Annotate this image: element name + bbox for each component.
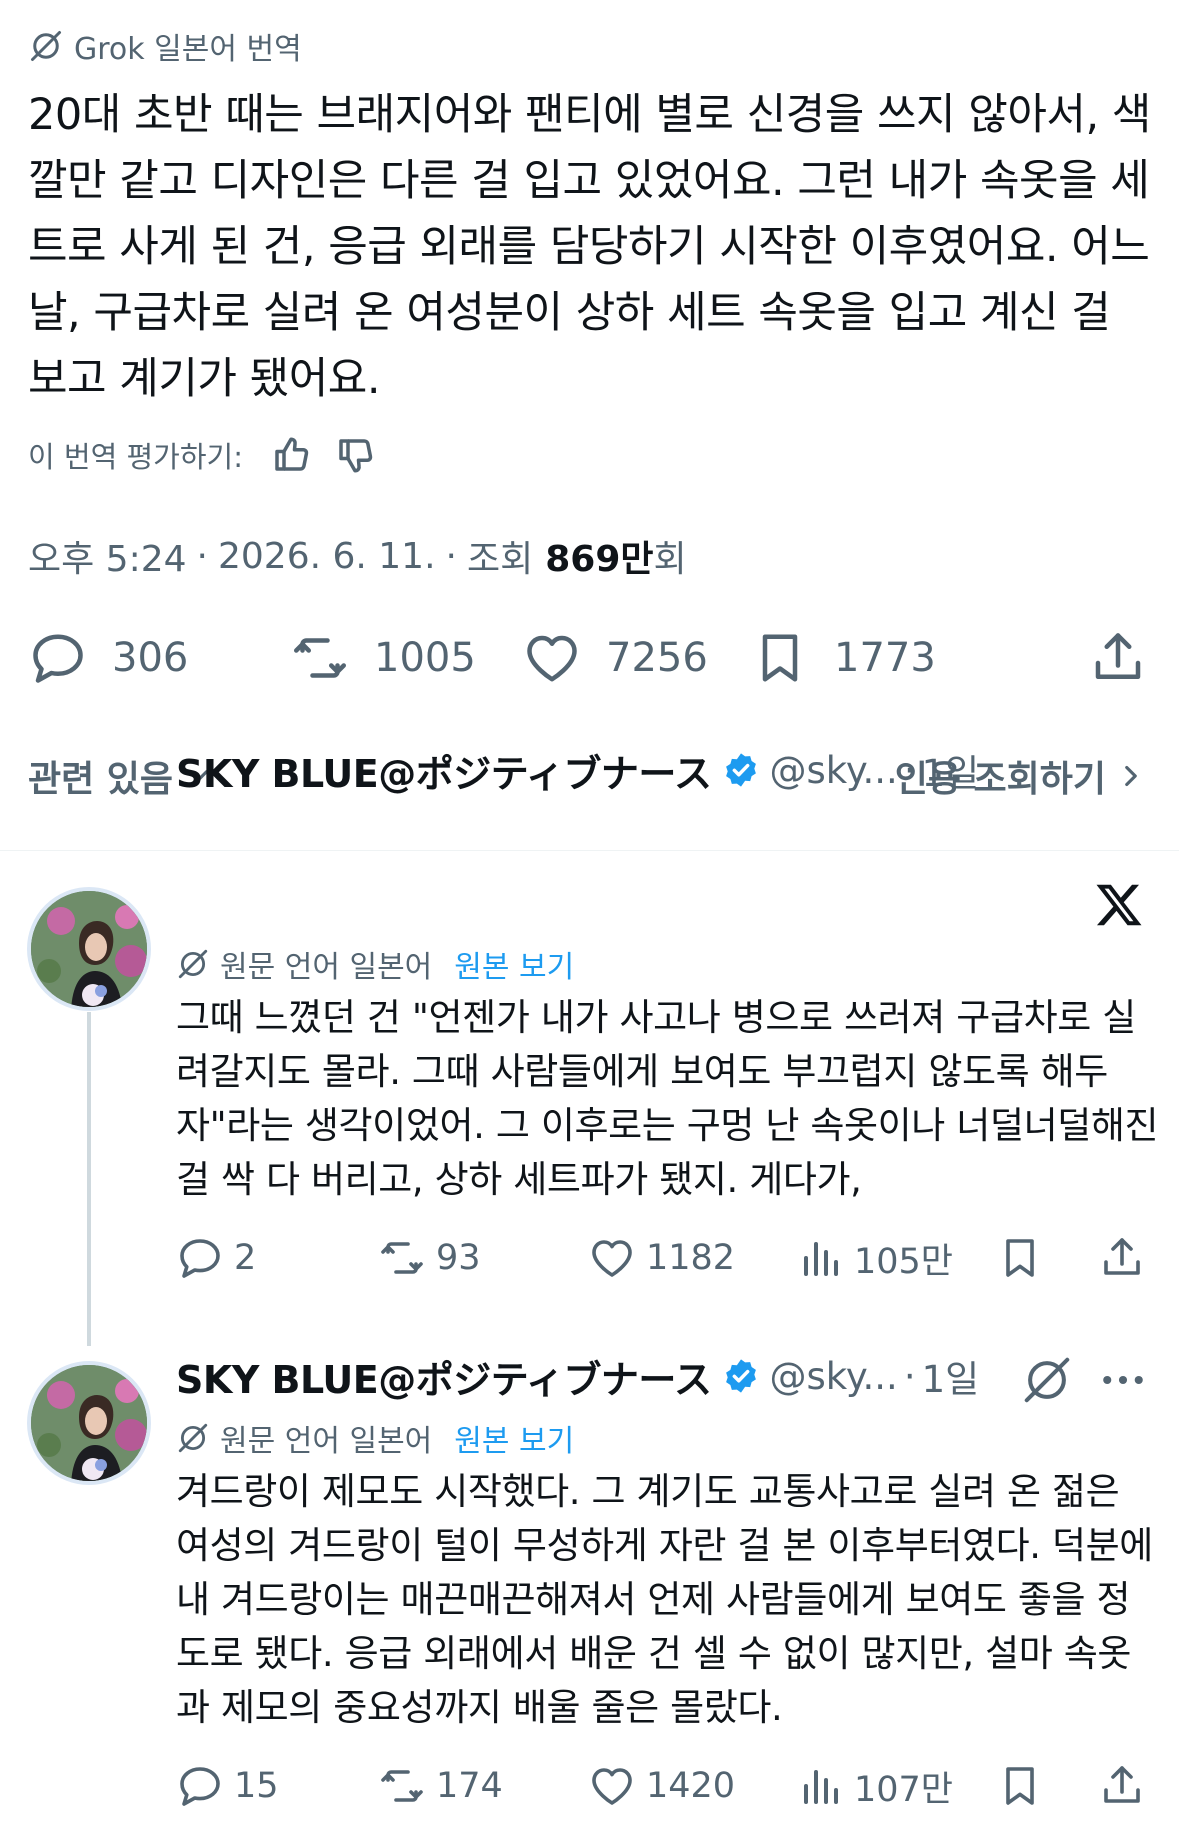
bookmark-icon <box>762 634 798 682</box>
bookmark-button[interactable]: 1773 <box>750 622 936 694</box>
repost-button[interactable]: 174 <box>378 1758 503 1814</box>
divider <box>0 850 1179 851</box>
post-meta: 오후 5:24 · 2026. 6. 11. · 조회 869만 회 <box>28 528 687 584</box>
original-language-label: 원문 언어 일본어 <box>220 950 433 985</box>
reply-count: 306 <box>112 635 189 681</box>
views-count: 107만 <box>854 1769 954 1810</box>
views-count[interactable]: 869만 <box>545 530 653 582</box>
reply-header: SKY BLUE@ポジティブナース @sky... · 1일 <box>176 742 979 798</box>
meta-separator: · <box>903 1354 916 1398</box>
bookmark-button[interactable] <box>996 1230 1044 1286</box>
view-original-link[interactable]: 원본 보기 <box>454 1416 574 1460</box>
repost-icon <box>381 1242 423 1274</box>
author-name[interactable]: SKY BLUE@ポジティブナース <box>176 743 712 798</box>
reply-time[interactable]: 1일 <box>922 743 980 797</box>
thread-connector <box>87 1012 91 1346</box>
repost-count: 93 <box>436 1238 481 1278</box>
verified-badge-icon <box>725 1359 756 1393</box>
like-button[interactable]: 7256 <box>522 622 708 694</box>
grok-icon <box>178 1423 208 1453</box>
share-icon <box>1104 1766 1140 1803</box>
reply-icon <box>33 634 83 683</box>
author-name[interactable]: SKY BLUE@ポジティブナース <box>176 1349 712 1404</box>
bookmark-icon <box>1006 1767 1034 1805</box>
rate-translation-label: 이 번역 평가하기: <box>28 440 243 474</box>
reply-count: 15 <box>234 1766 279 1806</box>
bookmark-icon <box>1006 1239 1034 1277</box>
reply-icon <box>180 1767 220 1806</box>
thumbs-up-button[interactable] <box>269 433 313 477</box>
reply-time[interactable]: 1일 <box>922 1349 980 1403</box>
original-language-row: 원문 언어 일본어 원본 보기 <box>176 1416 574 1460</box>
like-count: 7256 <box>606 635 708 681</box>
repost-button[interactable]: 93 <box>378 1230 481 1286</box>
verified-badge-icon <box>725 753 756 787</box>
reply-button[interactable]: 15 <box>176 1758 279 1814</box>
x-logo-icon <box>1096 884 1142 926</box>
share-button[interactable] <box>1098 1230 1146 1286</box>
thumbs-up-icon <box>275 437 309 471</box>
share-button[interactable] <box>1098 1758 1146 1814</box>
reply-icon <box>180 1239 220 1278</box>
post-time[interactable]: 오후 5:24 <box>28 530 187 582</box>
views-suffix: 회 <box>653 539 687 580</box>
more-options-icon[interactable] <box>1096 1353 1150 1407</box>
reply-header: SKY BLUE@ポジティブナース @sky... · 1일 <box>176 1348 979 1404</box>
thumbs-down-icon <box>339 439 373 473</box>
repost-count: 1005 <box>374 635 476 681</box>
heart-icon <box>592 1768 632 1805</box>
reply-body-text: 그때 느꼈던 건 "언젠가 내가 사고나 병으로 쓰러져 구급차로 실려갈지도 … <box>176 996 1159 1201</box>
repost-icon <box>294 638 346 678</box>
heart-icon <box>592 1240 632 1277</box>
view-original-link[interactable]: 원본 보기 <box>454 942 574 986</box>
grok-icon[interactable] <box>1020 1353 1074 1407</box>
related-label: 관련 있음 <box>28 759 174 800</box>
grok-icon <box>31 31 61 61</box>
avatar[interactable] <box>27 887 151 1011</box>
like-button[interactable]: 1182 <box>588 1230 735 1286</box>
share-button[interactable] <box>1088 622 1148 694</box>
post-detail-page: Grok 일본어 번역 20대 초반 때는 브래지어와 팬티에 별로 신경을 쓰… <box>0 0 1179 1845</box>
repost-button[interactable]: 1005 <box>290 622 476 694</box>
original-language-label: 원문 언어 일본어 <box>220 1424 433 1459</box>
author-handle[interactable]: @sky... <box>770 1355 898 1398</box>
grok-translation-label: Grok 일본어 번역 <box>28 24 302 68</box>
repost-count: 174 <box>436 1766 503 1806</box>
rate-translation-row: 이 번역 평가하기: <box>28 430 377 480</box>
analytics-icon <box>804 1242 838 1276</box>
grok-translation-text: Grok 일본어 번역 <box>74 32 302 67</box>
post-date[interactable]: 2026. 6. 11. <box>218 536 436 577</box>
original-language-row: 원문 언어 일본어 원본 보기 <box>176 942 574 986</box>
analytics-icon <box>804 1770 838 1804</box>
bookmark-count: 1773 <box>834 635 936 681</box>
like-count: 1182 <box>646 1238 736 1278</box>
post-action-bar: 306 1005 7256 1773 <box>28 622 1148 694</box>
reply-button[interactable]: 306 <box>28 622 188 694</box>
like-button[interactable]: 1420 <box>588 1758 735 1814</box>
post-body-text: 20대 초반 때는 브래지어와 팬티에 별로 신경을 쓰지 않아서, 색깔만 같… <box>28 90 1151 404</box>
repost-icon <box>381 1770 423 1802</box>
meta-separator: · <box>196 535 208 577</box>
reply-action-bar: 15 174 1420 107만 <box>176 1758 1156 1814</box>
meta-separator: · <box>445 535 457 577</box>
views-prefix: 조회 <box>466 539 534 580</box>
share-icon <box>1095 633 1141 679</box>
share-icon <box>1104 1238 1140 1275</box>
author-handle[interactable]: @sky... <box>770 749 898 792</box>
like-count: 1420 <box>646 1766 736 1806</box>
views-button[interactable]: 105만 <box>796 1230 953 1286</box>
reply-body-text: 겨드랑이 제모도 시작했다. 그 계기도 교통사고로 실려 온 젊은 여성의 겨… <box>176 1470 1153 1729</box>
chevron-right-icon <box>1125 765 1137 787</box>
grok-icon <box>178 949 208 979</box>
views-button[interactable]: 107만 <box>796 1758 953 1814</box>
reply-action-bar: 2 93 1182 105만 <box>176 1230 1156 1286</box>
reply-count: 2 <box>234 1238 257 1278</box>
avatar[interactable] <box>27 1361 151 1485</box>
thumbs-down-button[interactable] <box>333 433 377 477</box>
heart-icon <box>527 635 577 682</box>
meta-separator: · <box>903 748 916 792</box>
views-count: 105만 <box>854 1241 954 1282</box>
reply-button[interactable]: 2 <box>176 1230 256 1286</box>
bookmark-button[interactable] <box>996 1758 1044 1814</box>
